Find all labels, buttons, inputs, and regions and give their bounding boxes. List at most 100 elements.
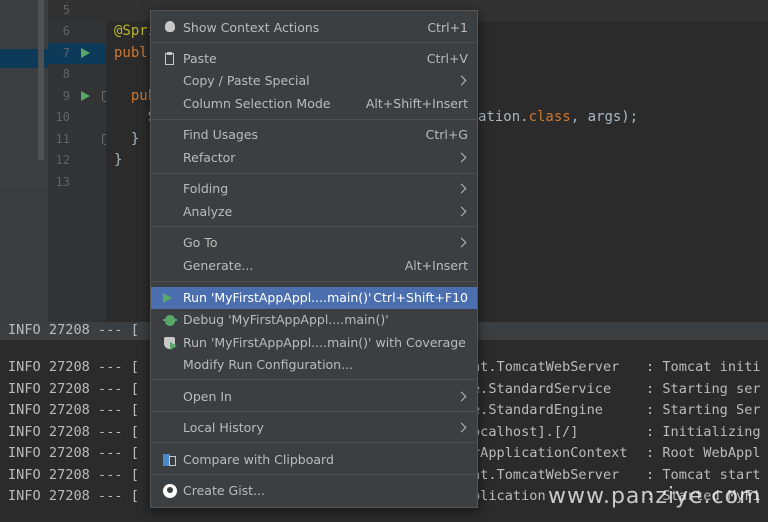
menu-item-label: Create Gist... — [183, 483, 266, 498]
menu-item-label: Open In — [183, 389, 232, 404]
lightbulb-icon — [165, 21, 175, 32]
code-line-7: publ — [114, 45, 148, 61]
compare-icon — [163, 453, 177, 467]
log-message: : Tomcat initi — [646, 359, 761, 375]
menu-item-label: Run 'MyFirstAppAppl....main()' with Cove… — [183, 335, 466, 350]
log-source: plication — [472, 488, 546, 504]
log-prefix: INFO 27208 --- [ — [8, 359, 139, 375]
log-source: rApplicationContext — [472, 445, 628, 461]
menu-item-generate[interactable]: Generate... Alt+Insert — [151, 255, 477, 277]
log-source: at.TomcatWebServer — [472, 359, 620, 375]
log-prefix: INFO 27208 --- [ — [8, 322, 139, 338]
menu-item-find-usages[interactable]: Find Usages Ctrl+G — [151, 124, 477, 146]
menu-item-label: Compare with Clipboard — [183, 452, 334, 467]
code-fragment: , args); — [570, 109, 639, 125]
line-number: 8 — [62, 67, 70, 81]
menu-item-open-in[interactable]: Open In — [151, 386, 477, 408]
paste-icon — [163, 52, 177, 66]
menu-separator — [152, 411, 476, 412]
menu-separator — [152, 173, 476, 174]
line-number: 11 — [55, 132, 70, 146]
submenu-arrow-icon — [456, 183, 467, 194]
menu-separator — [152, 226, 476, 227]
line-number: 9 — [62, 89, 70, 103]
menu-item-compare-with-clipboard[interactable]: Compare with Clipboard — [151, 449, 477, 471]
log-prefix: INFO 27208 --- [ — [8, 488, 139, 504]
line-number: 5 — [62, 3, 70, 17]
code-line-10-tail: ation.class, args); — [478, 107, 638, 128]
github-icon — [163, 484, 177, 498]
menu-item-shortcut: Ctrl+1 — [427, 20, 468, 35]
log-message: : Root WebAppl — [646, 445, 761, 461]
project-panel-edge — [0, 0, 48, 322]
menu-item-label: Copy / Paste Special — [183, 73, 310, 88]
panel-lower-area — [0, 186, 48, 322]
menu-separator — [152, 379, 476, 380]
log-prefix: INFO 27208 --- [ — [8, 445, 139, 461]
run-gutter-icon[interactable] — [81, 91, 90, 101]
menu-item-analyze[interactable]: Analyze — [151, 201, 477, 223]
menu-separator — [152, 119, 476, 120]
menu-separator — [152, 281, 476, 282]
menu-item-refactor[interactable]: Refactor — [151, 147, 477, 169]
menu-item-go-to[interactable]: Go To — [151, 232, 477, 254]
submenu-arrow-icon — [456, 206, 467, 217]
menu-item-label: Folding — [183, 181, 229, 196]
menu-item-folding[interactable]: Folding — [151, 178, 477, 200]
menu-item-copy-paste-special[interactable]: Copy / Paste Special — [151, 70, 477, 92]
menu-item-shortcut: Alt+Shift+Insert — [365, 96, 468, 111]
run-gutter-icon[interactable] — [81, 48, 90, 58]
submenu-arrow-icon — [456, 422, 467, 433]
editor-context-menu: Show Context Actions Ctrl+1 Paste Ctrl+V Cop… — [150, 10, 478, 508]
line-number: 13 — [55, 175, 70, 189]
log-prefix: INFO 27208 --- [ — [8, 381, 139, 397]
log-message: : Starting ser — [646, 381, 761, 397]
menu-item-shortcut: Alt+Insert — [404, 258, 468, 273]
code-line-12: } — [114, 152, 123, 168]
menu-item-shortcut: Ctrl+G — [425, 127, 468, 142]
log-message: : Initializing — [646, 424, 761, 440]
watermark: www.panziye.com — [548, 484, 762, 509]
menu-item-label: Go To — [183, 235, 218, 250]
debug-icon — [163, 313, 177, 327]
run-icon — [163, 293, 172, 303]
submenu-arrow-icon — [456, 152, 467, 163]
menu-item-label: Analyze — [183, 204, 233, 219]
editor-gutter: 5 6 7 8 9 10 11 12 13 — [48, 0, 111, 322]
menu-item-modify-run-configuration[interactable]: Modify Run Configuration... — [151, 354, 477, 376]
menu-item-label: Run 'MyFirstAppAppl....main()' — [183, 290, 372, 305]
menu-separator — [152, 442, 476, 443]
log-prefix: INFO 27208 --- [ — [8, 424, 139, 440]
menu-separator — [152, 474, 476, 475]
menu-item-run-myfirstappappl-main[interactable]: Run 'MyFirstAppAppl....main()' Ctrl+Shift… — [151, 287, 477, 309]
log-prefix: INFO 27208 --- [ — [8, 467, 139, 483]
submenu-arrow-icon — [456, 391, 467, 402]
menu-item-label: Column Selection Mode — [183, 96, 331, 111]
menu-item-column-selection-mode[interactable]: Column Selection Mode Alt+Shift+Insert — [151, 93, 477, 115]
menu-item-label: Paste — [183, 51, 217, 66]
menu-item-run-myfirstappappl-main-with-coverage[interactable]: Run 'MyFirstAppAppl....main()' with Cove… — [151, 332, 477, 354]
line-number: 7 — [62, 46, 70, 60]
menu-item-label: Local History — [183, 420, 264, 435]
log-message: : Starting Ser — [646, 402, 761, 418]
menu-item-show-context-actions[interactable]: Show Context Actions Ctrl+1 — [151, 17, 477, 39]
menu-separator — [152, 42, 476, 43]
log-source: e.StandardEngine — [472, 402, 603, 418]
submenu-arrow-icon — [456, 75, 467, 86]
log-source: ocalhost].[/] — [472, 424, 579, 440]
menu-item-shortcut: Ctrl+V — [426, 51, 468, 66]
menu-item-create-gist[interactable]: Create Gist... — [151, 480, 477, 502]
menu-item-label: Generate... — [183, 258, 254, 273]
class-keyword: class — [528, 109, 571, 125]
menu-item-label: Find Usages — [183, 127, 259, 142]
menu-item-paste[interactable]: Paste Ctrl+V — [151, 48, 477, 70]
menu-item-label: Modify Run Configuration... — [183, 357, 354, 372]
menu-item-local-history[interactable]: Local History — [151, 417, 477, 439]
log-source: e.StandardService — [472, 381, 612, 397]
line-number: 12 — [55, 153, 70, 167]
line-number: 10 — [55, 110, 70, 124]
menu-item-debug-myfirstappappl-main[interactable]: Debug 'MyFirstAppAppl....main()' — [151, 309, 477, 331]
menu-item-label: Debug 'MyFirstAppAppl....main()' — [183, 312, 389, 327]
scrollbar[interactable] — [38, 0, 44, 160]
code-fragment: ation. — [478, 109, 529, 125]
